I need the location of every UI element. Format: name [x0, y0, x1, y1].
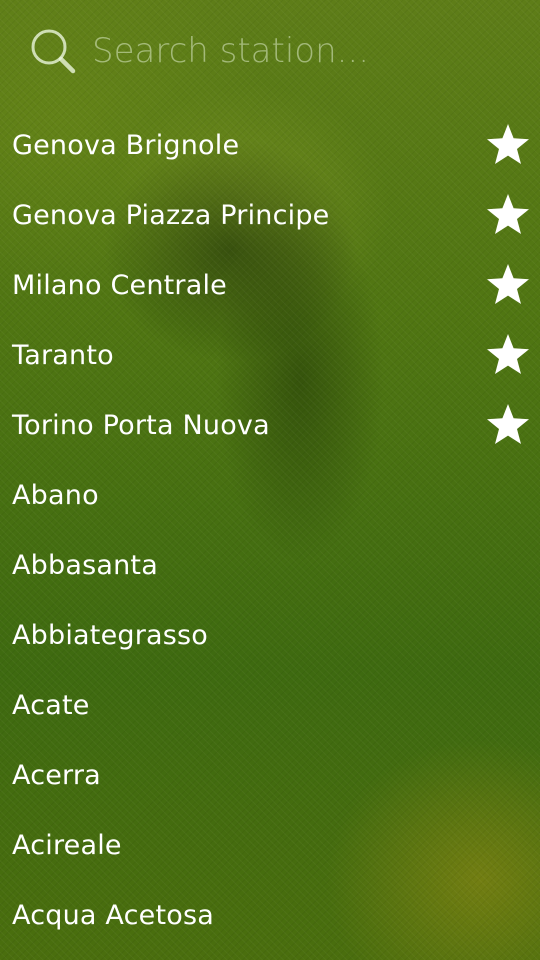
- station-list-item[interactable]: Genova Brignole: [0, 110, 540, 180]
- station-list-item[interactable]: Abbasanta: [0, 530, 540, 600]
- star-icon[interactable]: [484, 331, 532, 379]
- station-name: Acqua Acetosa: [12, 899, 214, 931]
- station-list-item[interactable]: Abbiategrasso: [0, 600, 540, 670]
- station-name: Acate: [12, 689, 90, 721]
- station-name: Taranto: [12, 339, 114, 371]
- station-list-item[interactable]: Taranto: [0, 320, 540, 390]
- station-list-item[interactable]: Milano Centrale: [0, 250, 540, 320]
- station-name: Abbiategrasso: [12, 619, 209, 651]
- station-name: Abano: [12, 479, 99, 511]
- station-list-item[interactable]: Genova Piazza Principe: [0, 180, 540, 250]
- search-bar: [0, 0, 540, 100]
- station-search-page: Genova Brignole Genova Piazza Principe Mil…: [0, 0, 540, 960]
- star-icon[interactable]: [484, 121, 532, 169]
- search-input[interactable]: [92, 26, 512, 76]
- station-name: Acerra: [12, 759, 101, 791]
- station-name: Torino Porta Nuova: [12, 409, 270, 441]
- star-icon[interactable]: [484, 261, 532, 309]
- station-list-item[interactable]: Torino Porta Nuova: [0, 390, 540, 460]
- search-icon[interactable]: [28, 26, 80, 78]
- station-name: Milano Centrale: [12, 269, 227, 301]
- star-icon[interactable]: [484, 191, 532, 239]
- station-name: Abbasanta: [12, 549, 158, 581]
- station-list-item[interactable]: Acerra: [0, 740, 540, 810]
- station-list-item[interactable]: Acate: [0, 670, 540, 740]
- station-list-item[interactable]: Acqua Acetosa: [0, 880, 540, 950]
- station-name: Genova Brignole: [12, 129, 240, 161]
- station-list-item[interactable]: Acireale: [0, 810, 540, 880]
- station-name: Genova Piazza Principe: [12, 199, 330, 231]
- star-icon[interactable]: [484, 401, 532, 449]
- station-list-item[interactable]: Abano: [0, 460, 540, 530]
- station-list: Genova Brignole Genova Piazza Principe Mil…: [0, 110, 540, 950]
- station-name: Acireale: [12, 829, 122, 861]
